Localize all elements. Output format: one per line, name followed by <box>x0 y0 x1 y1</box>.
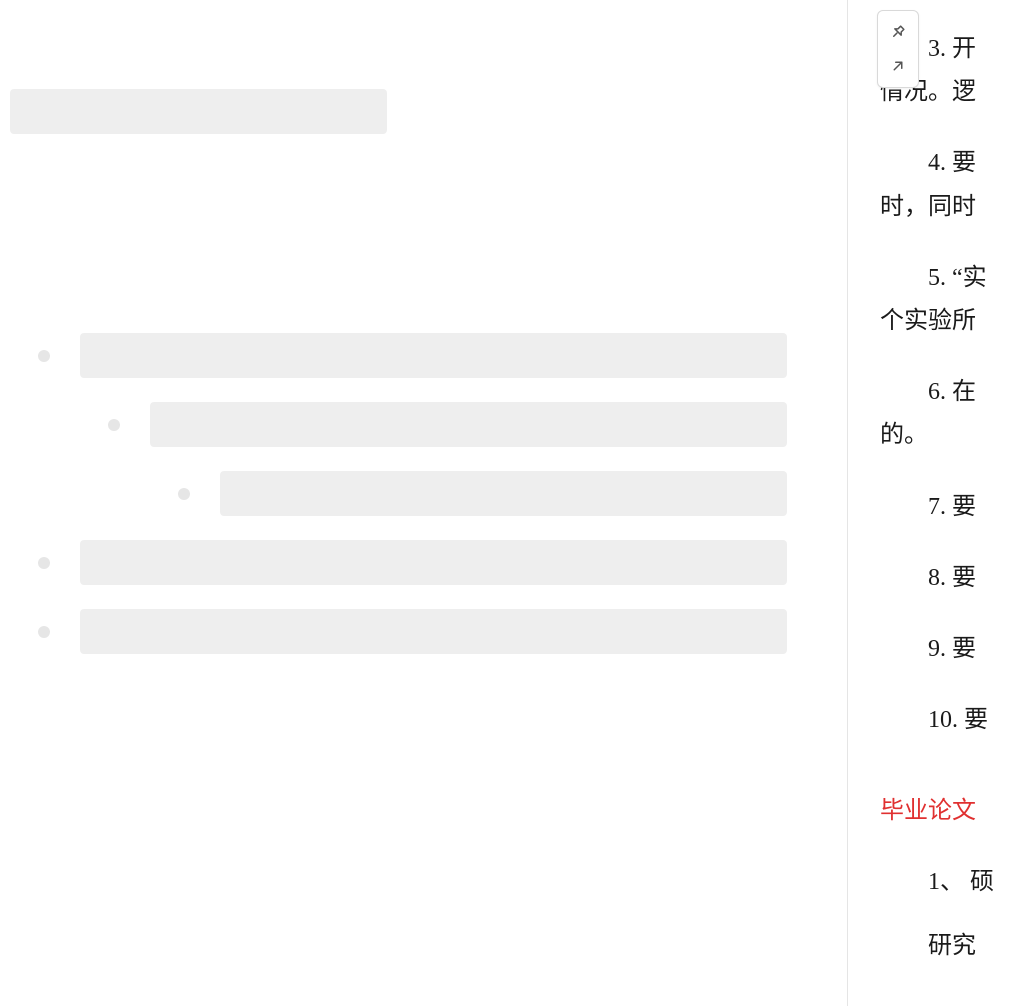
document-body: 3. 开 情况。逻 4. 要 时，同时 5. “实 个实验所 6. 在 的。 7… <box>880 0 1024 968</box>
skeleton-bullet <box>38 557 50 569</box>
list-item-wrap: 个实验所 <box>880 300 1024 343</box>
list-item-line: 1、 硕 <box>880 861 1024 904</box>
list-item-line: 5. “实 <box>880 257 1024 300</box>
list-item-line: 6. 在 <box>880 371 1024 414</box>
list-item-wrap: 的。 <box>880 414 1024 457</box>
list-item: 9. 要 <box>880 628 1024 671</box>
list-item: 10. 要 <box>880 699 1024 742</box>
skeleton-bar <box>80 540 787 585</box>
skeleton-bullet <box>178 488 190 500</box>
list-item-line: 9. 要 <box>880 628 1024 671</box>
list-item-line: 研究 <box>880 925 1024 968</box>
section-heading: 毕业论文 <box>880 790 1024 833</box>
list-item-wrap: 时，同时 <box>880 186 1024 229</box>
skeleton-row <box>38 609 787 654</box>
skeleton-heading <box>10 89 387 134</box>
list-item: 8. 要 <box>880 557 1024 600</box>
list-item: 4. 要 <box>880 142 1024 185</box>
list-item: 5. “实 <box>880 257 1024 300</box>
list-item-line: 7. 要 <box>880 486 1024 529</box>
document-preview-pane[interactable]: 3. 开 情况。逻 4. 要 时，同时 5. “实 个实验所 6. 在 的。 7… <box>848 0 1024 1006</box>
skeleton-bullet <box>38 350 50 362</box>
skeleton-bar <box>80 333 787 378</box>
list-item: 6. 在 <box>880 371 1024 414</box>
list-item-line: 8. 要 <box>880 557 1024 600</box>
skeleton-bar <box>220 471 787 516</box>
skeleton-row <box>108 402 787 447</box>
list-item-line: 4. 要 <box>880 142 1024 185</box>
skeleton-bullet <box>38 626 50 638</box>
open-external-button[interactable] <box>881 49 915 83</box>
skeleton-row <box>38 540 787 585</box>
list-item: 7. 要 <box>880 486 1024 529</box>
skeleton-row <box>178 471 787 516</box>
arrow-up-right-icon <box>889 57 907 75</box>
outline-pane <box>0 0 848 1006</box>
list-item: 1、 硕 <box>880 861 1024 904</box>
preview-toolbar <box>877 10 919 88</box>
pin-button[interactable] <box>881 15 915 49</box>
skeleton-outline-list <box>38 333 787 678</box>
pin-icon <box>889 23 907 41</box>
skeleton-bar <box>80 609 787 654</box>
list-item: 研究 <box>880 925 1024 968</box>
skeleton-bullet <box>108 419 120 431</box>
skeleton-row <box>38 333 787 378</box>
list-item-line: 10. 要 <box>880 699 1024 742</box>
skeleton-bar <box>150 402 787 447</box>
